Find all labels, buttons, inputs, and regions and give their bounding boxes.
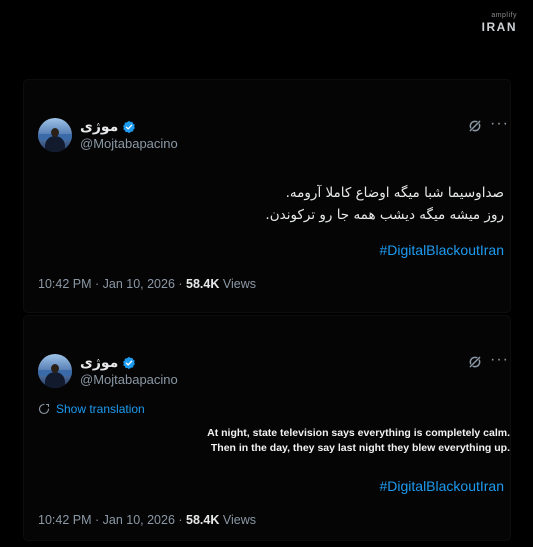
tweet-card-original[interactable]: موژی @Mojtabapacino ··· صداوسیما شبا میگ… [24, 80, 510, 312]
more-options-icon[interactable]: ··· [490, 352, 509, 368]
verified-badge-icon [123, 120, 136, 133]
tweet-meta: 10:42 PM · Jan 10, 2026 · 58.4K Views [38, 513, 256, 527]
tweet-timestamp[interactable]: 10:42 PM · Jan 10, 2026 · [38, 513, 186, 527]
translation-line: At night, state television says everythi… [207, 427, 510, 439]
show-translation-label[interactable]: Show translation [56, 402, 145, 416]
tweet-timestamp[interactable]: 10:42 PM · Jan 10, 2026 · [38, 277, 186, 291]
tweet-card-translated[interactable]: موژی @Mojtabapacino ··· Show translation… [24, 316, 510, 540]
author-display-name[interactable]: موژی [80, 118, 118, 135]
views-count: 58.4K [186, 277, 220, 291]
views-count: 58.4K [186, 513, 220, 527]
author-handle[interactable]: @Mojtabapacino [80, 136, 178, 151]
show-translation-button[interactable]: Show translation [38, 402, 145, 416]
tweet-text-line: روز میشه میگه دیشب همه جا رو ترکوندن. [265, 207, 504, 223]
tweet-text-persian: صداوسیما شبا میگه اوضاع کاملا آرومه. روز… [64, 182, 504, 226]
more-options-icon[interactable]: ··· [490, 116, 509, 132]
amplify-iran-logo: amplify IRAN [467, 12, 517, 34]
brand-main-text: IRAN [481, 20, 517, 34]
hashtag-link[interactable]: #DigitalBlackoutIran [379, 478, 504, 494]
grok-icon[interactable] [467, 354, 483, 370]
avatar[interactable] [38, 118, 72, 152]
views-label: Views [219, 513, 256, 527]
author-display-name[interactable]: موژی [80, 354, 118, 371]
views-label: Views [219, 277, 256, 291]
hashtag-link[interactable]: #DigitalBlackoutIran [379, 242, 504, 258]
tweet-meta: 10:42 PM · Jan 10, 2026 · 58.4K Views [38, 277, 256, 291]
brand-small-text: amplify [491, 12, 517, 19]
verified-badge-icon [123, 356, 136, 369]
author-handle[interactable]: @Mojtabapacino [80, 372, 178, 387]
author-name-row: موژی [80, 118, 136, 135]
tweet-text-line: صداوسیما شبا میگه اوضاع کاملا آرومه. [285, 185, 504, 201]
translate-icon [38, 403, 50, 415]
grok-icon[interactable] [467, 118, 483, 134]
author-name-row: موژی [80, 354, 136, 371]
avatar[interactable] [38, 354, 72, 388]
translated-text: At night, state television says everythi… [190, 426, 510, 456]
translation-line: Then in the day, they say last night the… [210, 442, 510, 454]
